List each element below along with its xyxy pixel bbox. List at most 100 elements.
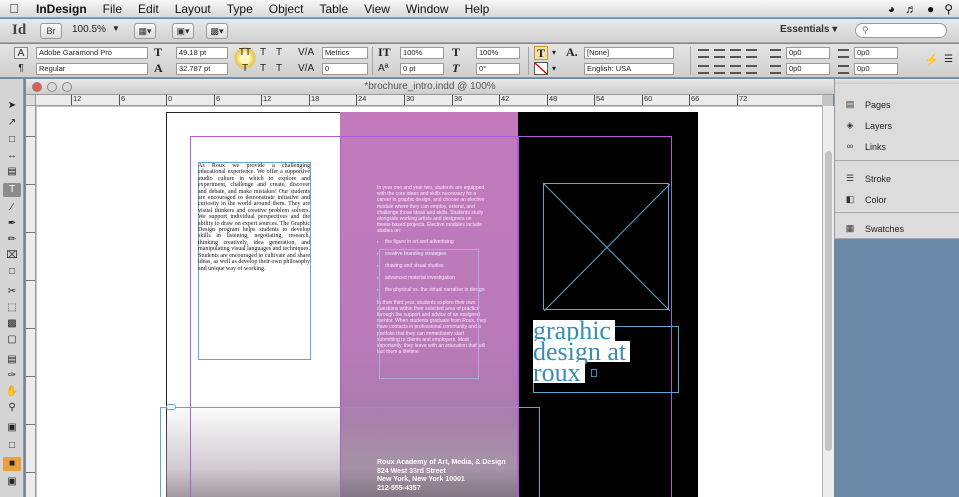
pages-panel-tab[interactable]: ▤ Pages	[843, 99, 891, 110]
spotlight-icon[interactable]: ⚲	[944, 2, 953, 16]
selection-tool-icon[interactable]: ➤	[3, 99, 21, 113]
justify-all-icon[interactable]	[746, 65, 757, 74]
stroke-none-icon[interactable]	[534, 62, 548, 75]
gap-tool-icon[interactable]: ↔	[3, 149, 21, 163]
page-tool-icon[interactable]: □	[3, 133, 21, 147]
gradient-feather-tool-icon[interactable]: ▢	[3, 333, 21, 347]
justify-center-icon[interactable]	[714, 65, 725, 74]
underline-button[interactable]: T	[272, 47, 286, 59]
font-style-field[interactable]: Regular	[36, 63, 148, 75]
menu-help[interactable]: Help	[457, 0, 498, 18]
last-line-indent-field[interactable]: 0p0	[854, 63, 898, 75]
pencil-tool-icon[interactable]: ✏	[3, 233, 21, 247]
rectangle-frame-tool-icon[interactable]: ⌧	[3, 249, 21, 263]
help-search-input[interactable]: ⚲	[855, 23, 947, 38]
character-formatting-icon[interactable]: A	[14, 47, 28, 59]
user-icon[interactable]: ●	[927, 2, 934, 16]
left-indent-field[interactable]: 0p0	[786, 47, 830, 59]
justify-right-icon[interactable]	[730, 65, 741, 74]
screen-mode-button[interactable]: ▣▾	[172, 23, 194, 39]
line-tool-icon[interactable]: ∕	[3, 201, 21, 215]
right-indent-field[interactable]: 0p0	[854, 47, 898, 59]
superscript-button[interactable]: T	[256, 47, 270, 59]
character-style-field[interactable]: [None]	[584, 47, 674, 59]
color-panel-tab[interactable]: ◧ Color	[843, 194, 887, 205]
menu-layout[interactable]: Layout	[167, 0, 219, 18]
content-grabber-icon[interactable]	[166, 404, 176, 410]
small-caps-button[interactable]: T	[238, 63, 252, 75]
zoom-window-icon[interactable]	[62, 82, 72, 92]
lightning-icon[interactable]: ⚡	[924, 54, 939, 66]
all-caps-button[interactable]: TT	[238, 47, 252, 59]
zoom-level[interactable]: 100.5%	[72, 24, 106, 35]
note-tool-icon[interactable]: ▤	[3, 353, 21, 367]
zoom-tool-icon[interactable]: ⚲	[3, 401, 21, 415]
align-towards-spine-icon[interactable]	[746, 49, 757, 58]
font-size-field[interactable]: 49.18 pt	[176, 47, 228, 59]
pen-tool-icon[interactable]: ✒	[3, 217, 21, 231]
language-field[interactable]: English: USA	[584, 63, 674, 75]
address-block[interactable]: Roux Academy of Art, Media, & Design 824…	[377, 459, 506, 493]
zoom-dropdown-icon[interactable]: ▼	[112, 24, 120, 33]
scissors-tool-icon[interactable]: ✂	[3, 285, 21, 299]
vertical-ruler[interactable]	[26, 106, 36, 497]
menu-edit[interactable]: Edit	[130, 0, 167, 18]
vertical-scrollbar[interactable]	[822, 106, 834, 497]
document-title-bar[interactable]: *brochure_intro.indd @ 100%	[26, 79, 834, 95]
headline-text[interactable]: graphic design at roux	[533, 318, 631, 386]
subscript-button[interactable]: T	[256, 63, 270, 75]
free-transform-tool-icon[interactable]: ⬚	[3, 301, 21, 315]
stroke-dropdown-icon[interactable]: ▾	[552, 63, 556, 75]
close-icon[interactable]	[32, 82, 42, 92]
hand-tool-icon[interactable]: ✋	[3, 385, 21, 399]
links-panel-tab[interactable]: ∞ Links	[843, 141, 886, 152]
direct-selection-tool-icon[interactable]: ↗	[3, 116, 21, 130]
horizontal-scale-field[interactable]: 100%	[476, 47, 520, 59]
screen-mode-icon[interactable]: ▣	[3, 475, 21, 489]
horizontal-ruler[interactable]: 12 6 0 6 12 18 24 30 36 42 48 54 60 66 7…	[36, 95, 822, 106]
pasteboard[interactable]: As Roux we provide a challenging educati…	[37, 107, 822, 497]
skew-field[interactable]: 0°	[476, 63, 520, 75]
menu-window[interactable]: Window	[398, 0, 457, 18]
layers-panel-tab[interactable]: ◈ Layers	[843, 120, 892, 131]
kerning-field[interactable]: Metrics	[322, 47, 368, 59]
menu-view[interactable]: View	[356, 0, 398, 18]
align-center-icon[interactable]	[714, 49, 725, 58]
baseline-shift-field[interactable]: 0 pt	[400, 63, 444, 75]
menu-file[interactable]: File	[95, 0, 130, 18]
image-placeholder-frame[interactable]	[543, 183, 671, 312]
menu-type[interactable]: Type	[219, 0, 261, 18]
fill-dropdown-icon[interactable]: ▾	[552, 47, 556, 59]
fill-text-icon[interactable]: T	[534, 46, 548, 60]
bridge-button[interactable]: Br	[40, 23, 62, 39]
wifi-icon[interactable]: ◕	[888, 2, 895, 16]
apple-icon[interactable]: 	[0, 1, 28, 16]
volume-icon[interactable]: ♬	[905, 2, 917, 16]
menu-indesign[interactable]: InDesign	[28, 0, 95, 18]
align-left-icon[interactable]	[698, 49, 709, 58]
tracking-field[interactable]: 0	[322, 63, 368, 75]
vertical-scale-field[interactable]: 100%	[400, 47, 444, 59]
menu-object[interactable]: Object	[261, 0, 312, 18]
type-tool-icon[interactable]: T	[3, 183, 21, 197]
view-options-button[interactable]: ▦▾	[134, 23, 156, 39]
rectangle-tool-icon[interactable]: □	[3, 265, 21, 279]
arrange-documents-button[interactable]: ▩▾	[206, 23, 228, 39]
body-text-frame[interactable]: As Roux we provide a challenging educati…	[198, 163, 310, 272]
scrollbar-thumb[interactable]	[825, 151, 832, 451]
content-collector-icon[interactable]: ▤	[3, 165, 21, 179]
align-right-icon[interactable]	[730, 49, 741, 58]
minimize-icon[interactable]	[47, 82, 57, 92]
leading-field[interactable]: 32.787 pt	[176, 63, 228, 75]
justify-left-icon[interactable]	[698, 65, 709, 74]
ruler-origin[interactable]	[26, 95, 36, 106]
strikethrough-button[interactable]: T	[272, 63, 286, 75]
workspace-switcher[interactable]: Essentials ▾	[780, 24, 837, 35]
first-line-indent-field[interactable]: 0p0	[786, 63, 830, 75]
stroke-panel-tab[interactable]: ☰ Stroke	[843, 173, 891, 184]
font-family-field[interactable]: Adobe Garamond Pro	[36, 47, 148, 59]
eyedropper-tool-icon[interactable]: ✑	[3, 369, 21, 383]
swatches-panel-tab[interactable]: ▦ Swatches	[843, 223, 904, 234]
paragraph-formatting-icon[interactable]: ¶	[14, 63, 28, 75]
menu-table[interactable]: Table	[311, 0, 356, 18]
